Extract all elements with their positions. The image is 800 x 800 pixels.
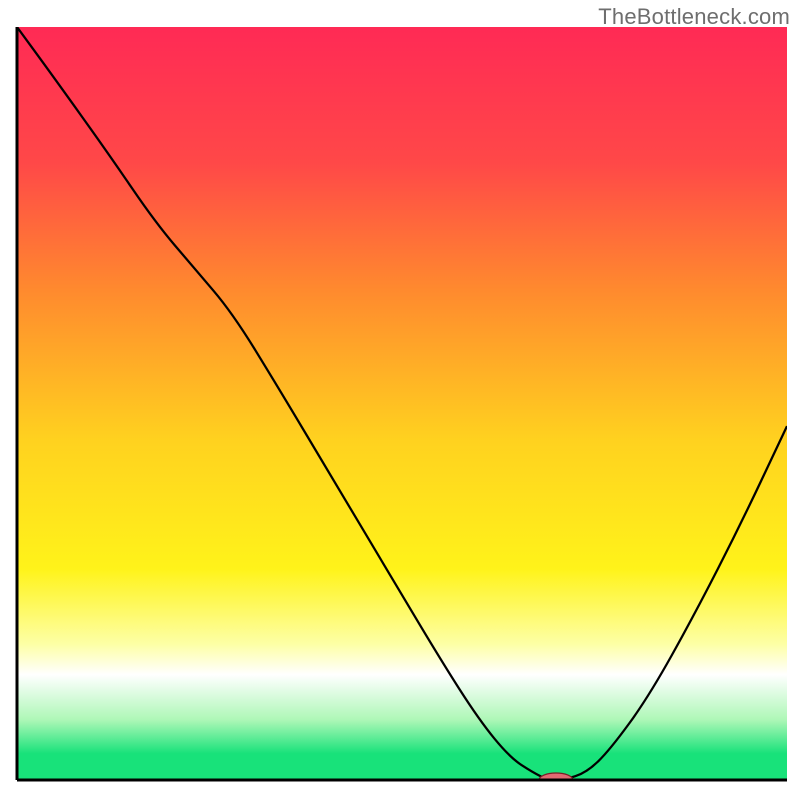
gradient-background	[17, 27, 787, 780]
bottleneck-chart	[0, 0, 800, 800]
watermark-text: TheBottleneck.com	[598, 4, 790, 30]
chart-container: TheBottleneck.com	[0, 0, 800, 800]
